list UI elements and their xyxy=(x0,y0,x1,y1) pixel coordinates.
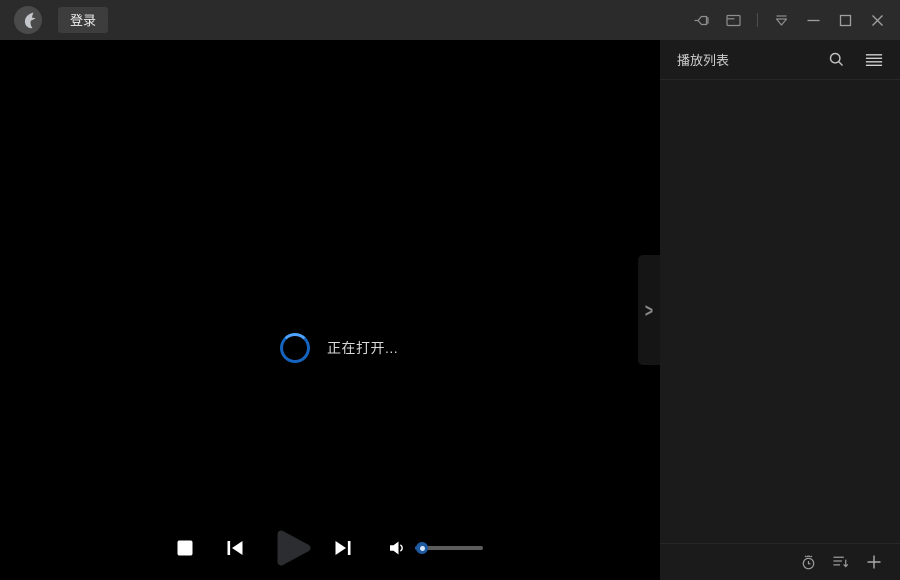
playlist-items xyxy=(660,80,900,543)
next-button[interactable] xyxy=(334,540,352,556)
minimize-icon[interactable] xyxy=(805,12,822,29)
stop-button[interactable] xyxy=(177,540,193,556)
loading-indicator: 正在打开... xyxy=(280,333,398,363)
timer-icon[interactable] xyxy=(799,553,817,571)
maximize-icon[interactable] xyxy=(837,12,854,29)
player-window: 登录 xyxy=(0,0,900,580)
volume-handle[interactable] xyxy=(416,542,428,554)
title-bar: 登录 xyxy=(0,0,900,40)
close-icon[interactable] xyxy=(869,12,886,29)
add-icon[interactable] xyxy=(865,553,883,571)
video-area: 正在打开... > xyxy=(0,40,660,580)
transport-controls xyxy=(0,528,660,568)
playlist-header: 播放列表 xyxy=(660,40,900,80)
loading-text: 正在打开... xyxy=(327,338,398,358)
search-icon[interactable] xyxy=(827,51,845,69)
main-area: 正在打开... > xyxy=(0,40,900,580)
skin-menu-icon[interactable] xyxy=(773,12,790,29)
volume-slider[interactable] xyxy=(415,541,483,555)
titlebar-separator xyxy=(757,13,758,27)
hamburger-menu-icon[interactable] xyxy=(865,51,883,69)
volume-icon[interactable] xyxy=(388,540,406,556)
bird-logo-icon xyxy=(14,6,42,34)
sort-icon[interactable] xyxy=(832,553,850,571)
loading-spinner-icon xyxy=(280,333,310,363)
pin-icon[interactable] xyxy=(693,12,710,29)
titlebar-icons xyxy=(693,12,886,29)
playlist-title: 播放列表 xyxy=(677,50,729,69)
playlist-panel: 播放列表 xyxy=(660,40,900,580)
login-button[interactable]: 登录 xyxy=(58,7,108,33)
previous-button[interactable] xyxy=(226,540,244,556)
chevron-right-icon: > xyxy=(645,299,653,321)
playlist-footer xyxy=(660,543,900,580)
open-folder-icon[interactable] xyxy=(725,12,742,29)
app-logo[interactable] xyxy=(14,6,42,34)
play-button[interactable] xyxy=(275,528,313,568)
playlist-collapse-handle[interactable]: > xyxy=(638,255,660,365)
